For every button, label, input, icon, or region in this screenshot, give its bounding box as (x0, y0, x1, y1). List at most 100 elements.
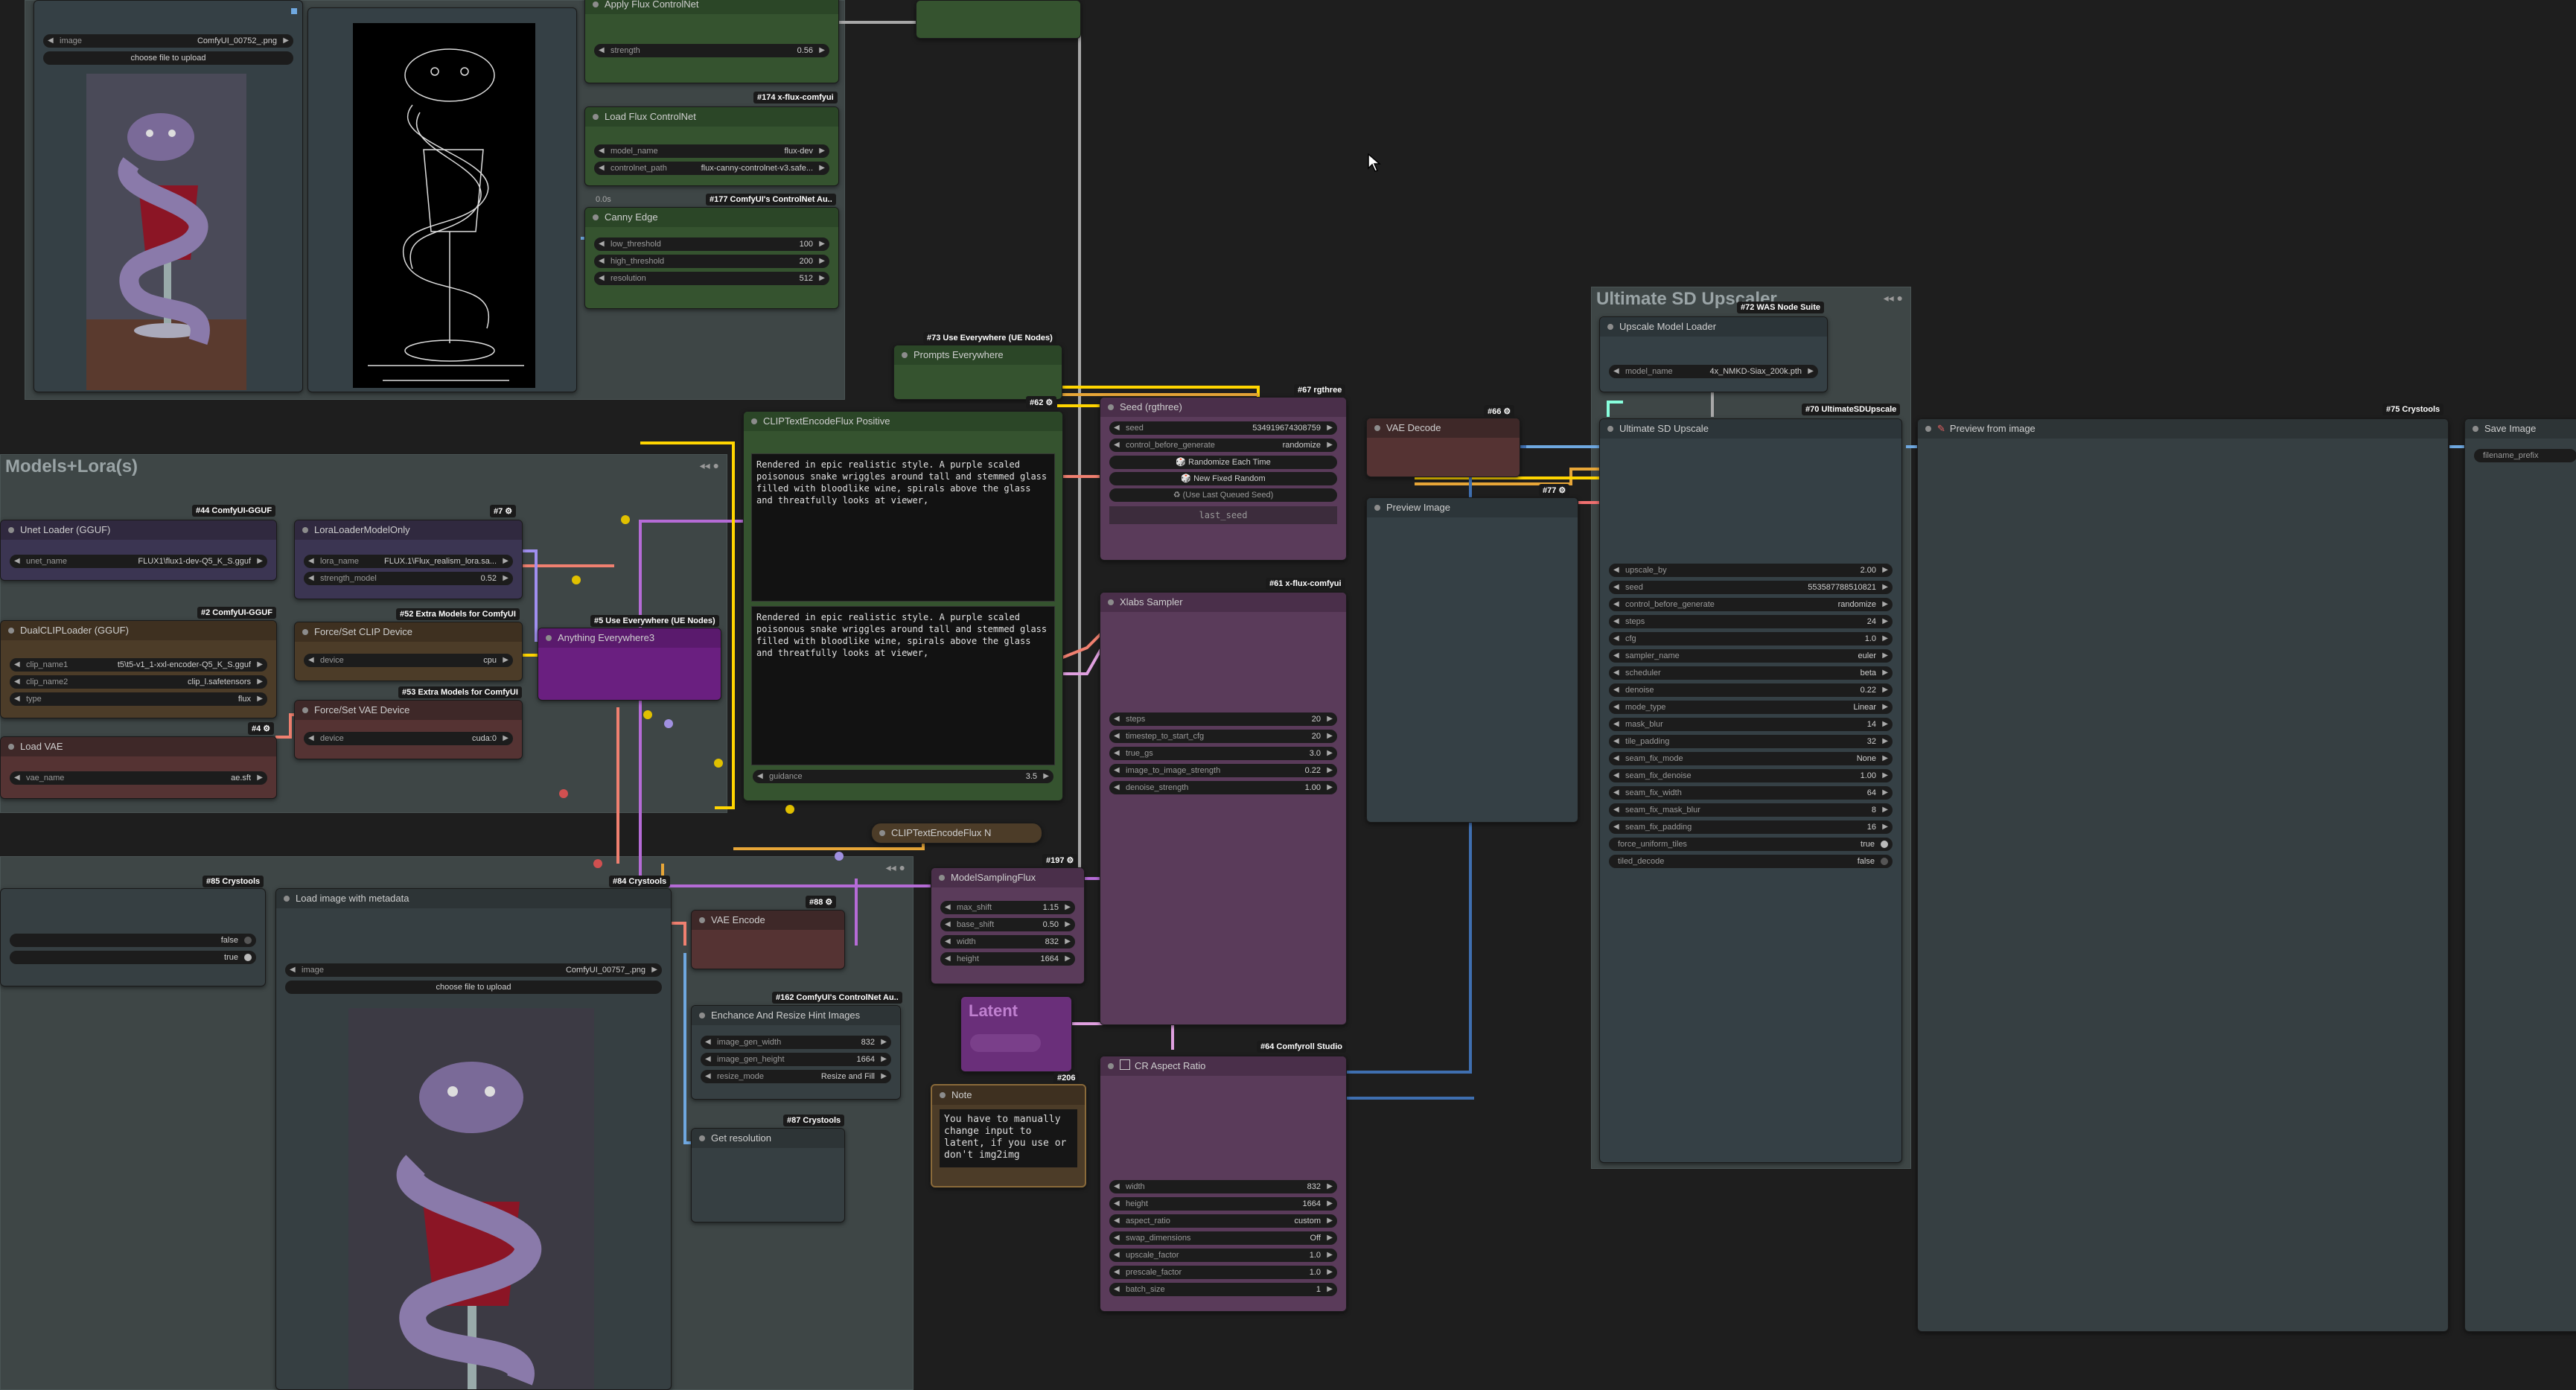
preview-image-node[interactable]: Preview Image (1366, 497, 1578, 823)
device-select[interactable]: devicecpu (304, 654, 513, 667)
resize-mode-select[interactable]: resize_modeResize and Fill (701, 1070, 891, 1083)
load-image-node-top[interactable]: imageComfyUI_00752_.png choose file to u… (34, 0, 303, 392)
filename-prefix-input[interactable]: filename_prefix (2474, 449, 2576, 462)
output-slot[interactable] (291, 8, 297, 14)
collapsed-node-top[interactable] (916, 0, 1081, 39)
model-name-select[interactable]: model_name4x_NMKD-Siax_200k.pth (1609, 365, 1818, 378)
latent-node[interactable]: Latent (960, 996, 1072, 1072)
anything-everywhere3-node[interactable]: Anything Everywhere3 (538, 628, 721, 701)
width-input[interactable]: width832 (1109, 1180, 1337, 1193)
save-image-node[interactable]: Save Image filename_prefix (2464, 418, 2576, 1332)
get-resolution-node[interactable]: Get resolution (691, 1128, 845, 1222)
batch-size-input[interactable]: batch_size1 (1109, 1283, 1337, 1296)
tiled-decode-toggle[interactable]: tiled_decode false (1609, 855, 1893, 868)
usd-setting-tile-padding[interactable]: tile_padding32 (1609, 735, 1893, 748)
usd-setting-denoise[interactable]: denoise0.22 (1609, 683, 1893, 697)
control-before-generate-select[interactable]: control_before_generaterandomize (1109, 439, 1337, 452)
t5xxl-prompt-textarea[interactable]: Rendered in epic realistic style. A purp… (751, 606, 1055, 765)
usd-setting-control-before-generate[interactable]: control_before_generaterandomize (1609, 598, 1893, 611)
crystools-node-left[interactable]: false true (0, 888, 266, 986)
ultimate-sd-upscale-node[interactable]: Ultimate SD Upscale upscale_by2.00 seed55… (1599, 418, 1902, 1163)
upload-button[interactable]: choose file to upload (285, 981, 662, 994)
apply-flux-controlnet-node[interactable]: Apply Flux ControlNet strength0.56 (584, 0, 839, 83)
usd-setting-scheduler[interactable]: schedulerbeta (1609, 666, 1893, 680)
load-image-with-metadata-node[interactable]: Load image with metadata imageComfyUI_00… (275, 888, 672, 1390)
denoise-strength-slider[interactable]: denoise_strength1.00 (1109, 781, 1337, 794)
usd-setting-seam-fix-mask-blur[interactable]: seam_fix_mask_blur8 (1609, 803, 1893, 817)
cr-aspect-ratio-node[interactable]: CR Aspect Ratio width832 height1664 aspe… (1100, 1056, 1347, 1312)
prescale-factor-input[interactable]: prescale_factor1.0 (1109, 1266, 1337, 1279)
width-input[interactable]: width832 (940, 935, 1075, 949)
resolution-slider[interactable]: resolution512 (594, 272, 829, 285)
controlnet-path-select[interactable]: controlnet_pathflux-canny-controlnet-v3.… (594, 162, 829, 175)
model-name-select[interactable]: model_nameflux-dev (594, 144, 829, 158)
usd-setting-cfg[interactable]: cfg1.0 (1609, 632, 1893, 645)
seed-input[interactable]: seed534919674308759 (1109, 421, 1337, 435)
aspect-ratio-select[interactable]: aspect_ratiocustom (1109, 1214, 1337, 1228)
load-vae-node[interactable]: Load VAE vae_nameae.sft (0, 736, 277, 799)
image-gen-width-input[interactable]: image_gen_width832 (701, 1036, 891, 1049)
usd-setting-upscale-by[interactable]: upscale_by2.00 (1609, 564, 1893, 577)
vae-name-select[interactable]: vae_nameae.sft (10, 771, 267, 785)
image-selector[interactable]: imageComfyUI_00752_.png (43, 34, 293, 48)
preview-from-image-node[interactable]: ✎ Preview from image (1917, 418, 2449, 1332)
strength-slider[interactable]: strength0.56 (594, 44, 829, 57)
height-input[interactable]: height1664 (940, 952, 1075, 966)
vae-decode-node-top[interactable]: VAE Decode (1366, 418, 1520, 477)
dual-clip-loader-node[interactable]: DualCLIPLoader (GGUF) clip_name1t5\t5-v1… (0, 620, 277, 718)
group-controls-icon[interactable]: ◂◂ ● (886, 861, 905, 874)
new-fixed-random-button[interactable]: 🎲 New Fixed Random (1109, 472, 1337, 485)
clip-text-encode-negative-node[interactable]: CLIPTextEncodeFlux N (871, 823, 1042, 844)
device-select[interactable]: devicecuda:0 (304, 732, 513, 745)
load-flux-controlnet-node[interactable]: Load Flux ControlNet model_nameflux-dev … (584, 106, 839, 186)
low-threshold-slider[interactable]: low_threshold100 (594, 237, 829, 251)
clip-name2-select[interactable]: clip_name2clip_l.safetensors (10, 675, 267, 689)
lora-name-select[interactable]: lora_nameFLUX.1\Flux_realism_lora.sa... (304, 555, 513, 568)
timestep-to-start-cfg-slider[interactable]: timestep_to_start_cfg20 (1109, 730, 1337, 743)
canny-preview-node[interactable] (307, 7, 577, 392)
usd-setting-mask-blur[interactable]: mask_blur14 (1609, 718, 1893, 731)
upload-button[interactable]: choose file to upload (43, 51, 293, 65)
model-sampling-flux-node[interactable]: ModelSamplingFlux max_shift1.15 base_shi… (931, 867, 1085, 984)
usd-setting-sampler-name[interactable]: sampler_nameeuler (1609, 649, 1893, 663)
prompts-everywhere-node[interactable]: Prompts Everywhere (893, 345, 1062, 400)
enhance-resize-hint-node[interactable]: Enchance And Resize Hint Images image_ge… (691, 1005, 901, 1100)
unet-loader-node[interactable]: Unet Loader (GGUF) unet_nameFLUX1\flux1-… (0, 520, 277, 581)
force-vae-device-node[interactable]: Force/Set VAE Device devicecuda:0 (294, 700, 523, 759)
toggle-false[interactable]: false (10, 934, 256, 947)
usd-setting-mode-type[interactable]: mode_typeLinear (1609, 701, 1893, 714)
image-to-image-strength-slider[interactable]: image_to_image_strength0.22 (1109, 764, 1337, 777)
guidance-slider[interactable]: guidance3.5 (753, 770, 1053, 783)
checkbox-icon[interactable] (1120, 1059, 1130, 1070)
usd-setting-seam-fix-width[interactable]: seam_fix_width64 (1609, 786, 1893, 800)
use-last-queued-seed-button[interactable]: ♻ (Use Last Queued Seed) (1109, 488, 1337, 502)
force-clip-device-node[interactable]: Force/Set CLIP Device devicecpu (294, 622, 523, 681)
toggle-true[interactable]: true (10, 951, 256, 964)
base-shift-slider[interactable]: base_shift0.50 (940, 918, 1075, 931)
note-textarea[interactable]: You have to manually change input to lat… (940, 1109, 1077, 1167)
image-selector[interactable]: imageComfyUI_00757_.png (285, 963, 662, 977)
usd-setting-seam-fix-mode[interactable]: seam_fix_modeNone (1609, 752, 1893, 765)
steps-slider[interactable]: steps20 (1109, 712, 1337, 726)
usd-setting-seam-fix-padding[interactable]: seam_fix_padding16 (1609, 820, 1893, 834)
image-gen-height-input[interactable]: image_gen_height1664 (701, 1053, 891, 1066)
swap-dimensions-select[interactable]: swap_dimensionsOff (1109, 1231, 1337, 1245)
max-shift-slider[interactable]: max_shift1.15 (940, 901, 1075, 914)
randomize-each-time-button[interactable]: 🎲 Randomize Each Time (1109, 456, 1337, 469)
high-threshold-slider[interactable]: high_threshold200 (594, 255, 829, 268)
usd-setting-seed[interactable]: seed553587788510821 (1609, 581, 1893, 594)
type-select[interactable]: typeflux (10, 692, 267, 706)
canny-edge-node[interactable]: Canny Edge low_threshold100 high_thresho… (584, 207, 839, 309)
lora-loader-node[interactable]: LoraLoaderModelOnly lora_nameFLUX.1\Flux… (294, 520, 523, 599)
vae-encode-node[interactable]: VAE Encode (691, 910, 845, 969)
force-uniform-tiles-toggle[interactable]: force_uniform_tiles true (1609, 838, 1893, 851)
clip-name1-select[interactable]: clip_name1t5\t5-v1_1-xxl-encoder-Q5_K_S.… (10, 658, 267, 672)
height-input[interactable]: height1664 (1109, 1197, 1337, 1211)
usd-setting-seam-fix-denoise[interactable]: seam_fix_denoise1.00 (1609, 769, 1893, 782)
note-node[interactable]: Note You have to manually change input t… (931, 1084, 1086, 1187)
unet-name-select[interactable]: unet_nameFLUX1\flux1-dev-Q5_K_S.gguf (10, 555, 267, 568)
group-controls-icon[interactable]: ◂◂ ● (700, 459, 719, 472)
strength-model-slider[interactable]: strength_model0.52 (304, 572, 513, 585)
clip-text-encode-positive-node[interactable]: CLIPTextEncodeFlux Positive Rendered in … (743, 411, 1063, 801)
clip-l-prompt-textarea[interactable]: Rendered in epic realistic style. A purp… (751, 453, 1055, 602)
